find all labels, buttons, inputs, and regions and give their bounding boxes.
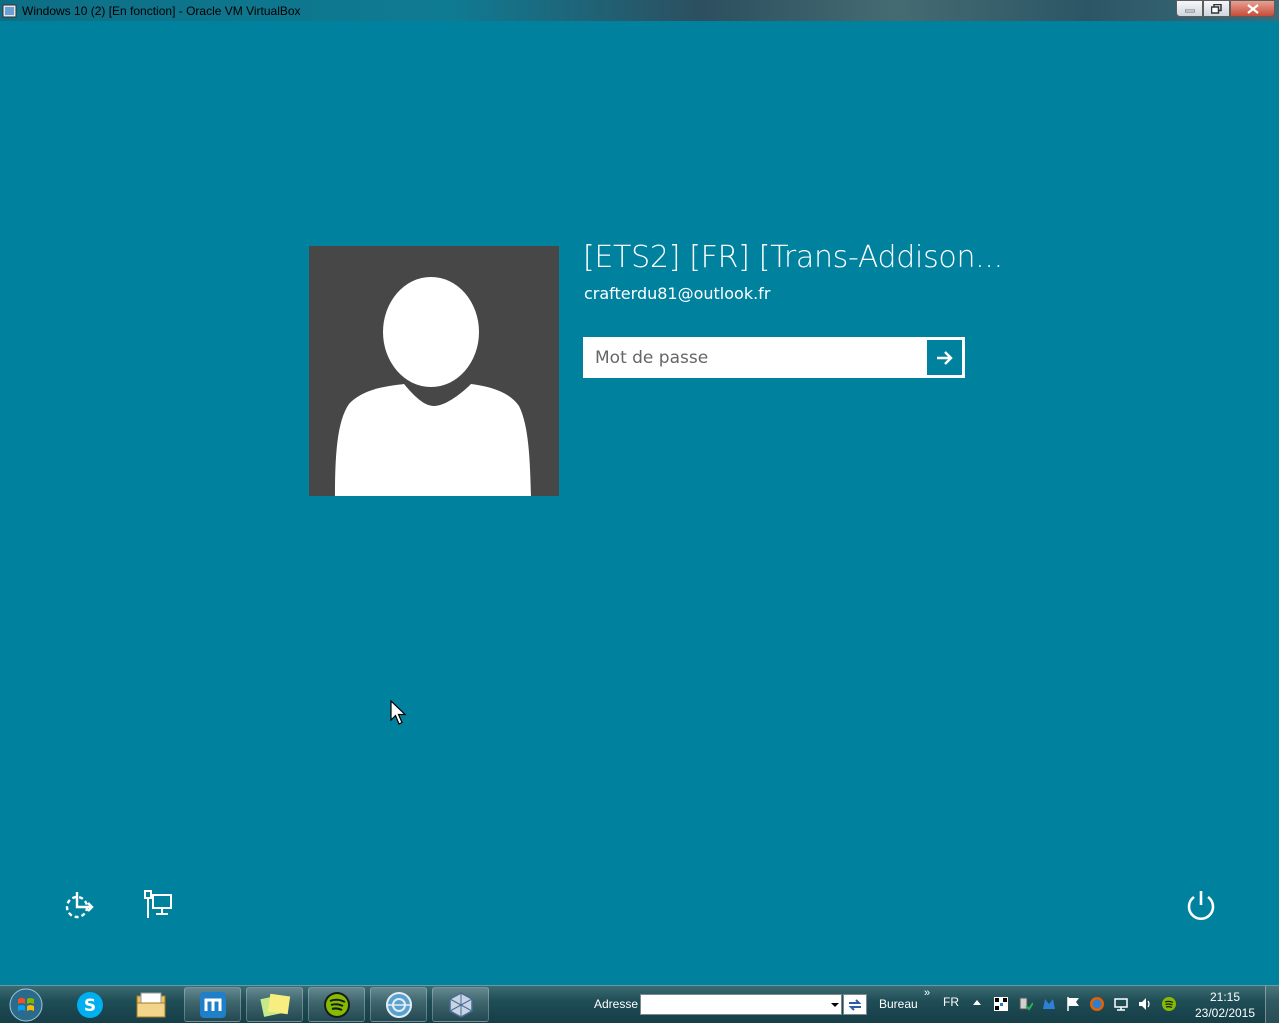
address-toolbar-label: Adresse xyxy=(594,997,639,1011)
tray-qr-icon[interactable] xyxy=(993,996,1009,1012)
ease-of-access-icon xyxy=(65,892,94,919)
taskbar-maxthon[interactable] xyxy=(184,987,241,1022)
globe-icon xyxy=(385,991,412,1018)
minimize-button[interactable] xyxy=(1176,0,1203,17)
mouse-cursor-icon xyxy=(390,700,407,725)
virtualbox-app-icon xyxy=(2,4,17,17)
restore-icon xyxy=(1211,3,1222,14)
tray-network-icon[interactable] xyxy=(1113,996,1129,1012)
tray-volume-icon[interactable] xyxy=(1137,996,1153,1012)
tray-malwarebytes-icon[interactable] xyxy=(1041,996,1057,1012)
clock-time[interactable]: 21:15 xyxy=(1196,990,1254,1004)
show-desktop-button[interactable] xyxy=(1265,986,1279,1023)
taskbar-file-explorer[interactable] xyxy=(122,987,179,1022)
sticky-notes-icon xyxy=(259,993,290,1017)
clock-date[interactable]: 23/02/2015 xyxy=(1192,1006,1258,1020)
arrow-right-icon xyxy=(936,350,953,365)
minimize-icon xyxy=(1184,9,1195,12)
windows-start-orb-icon xyxy=(9,988,43,1022)
tray-firefox-icon[interactable] xyxy=(1089,996,1105,1012)
power-button[interactable] xyxy=(1184,888,1218,922)
user-display-name: [ETS2] [FR] [Trans-Addison... xyxy=(583,240,1003,275)
user-silhouette-icon xyxy=(335,277,531,496)
address-input[interactable] xyxy=(640,994,842,1015)
close-button[interactable] xyxy=(1230,0,1275,17)
power-icon xyxy=(1187,891,1215,920)
toolbar-overflow-chevron[interactable]: » xyxy=(924,987,930,999)
network-icon xyxy=(144,890,172,918)
tray-spotify-icon[interactable] xyxy=(1161,996,1177,1012)
close-icon xyxy=(1246,3,1259,14)
tray-action-center-flag-icon[interactable] xyxy=(1065,996,1081,1012)
window-title: Windows 10 (2) [En fonction] - Oracle VM… xyxy=(22,3,301,18)
start-button[interactable] xyxy=(4,987,48,1023)
taskbar-spotify[interactable] xyxy=(308,987,365,1022)
chevron-down-icon[interactable] xyxy=(831,1003,839,1007)
taskbar-sticky-notes[interactable] xyxy=(246,987,303,1022)
virtualbox-icon xyxy=(448,991,473,1018)
ease-of-access-button[interactable] xyxy=(62,888,96,922)
skype-icon: S xyxy=(76,991,103,1018)
desktop-toolbar-label[interactable]: Bureau xyxy=(879,997,918,1011)
window-titlebar[interactable]: Windows 10 (2) [En fonction] - Oracle VM… xyxy=(0,0,1279,21)
go-arrows-icon xyxy=(848,998,862,1011)
maxthon-icon xyxy=(199,991,226,1018)
user-avatar xyxy=(309,246,559,496)
tray-safely-remove-icon[interactable] xyxy=(1017,996,1033,1012)
taskbar-skype[interactable]: S xyxy=(61,987,118,1022)
network-button[interactable] xyxy=(141,888,175,922)
language-indicator[interactable]: FR xyxy=(943,995,959,1009)
show-hidden-icons-arrow[interactable] xyxy=(973,1000,981,1005)
window-controls xyxy=(1176,0,1275,17)
folder-icon xyxy=(136,992,165,1017)
taskbar-virtualbox[interactable] xyxy=(432,987,489,1022)
password-input[interactable] xyxy=(585,339,927,376)
submit-arrow-button[interactable] xyxy=(927,340,962,375)
svg-text:S: S xyxy=(83,996,95,1016)
password-box xyxy=(583,337,965,378)
taskbar-network-globe[interactable] xyxy=(370,987,427,1022)
taskbar: S Adresse Bureau » FR 21:15 23/02/2015 xyxy=(0,985,1279,1023)
user-email: crafterdu81@outlook.fr xyxy=(584,284,771,303)
address-go-button[interactable] xyxy=(843,994,867,1015)
spotify-icon xyxy=(323,991,350,1018)
restore-button[interactable] xyxy=(1203,0,1230,17)
